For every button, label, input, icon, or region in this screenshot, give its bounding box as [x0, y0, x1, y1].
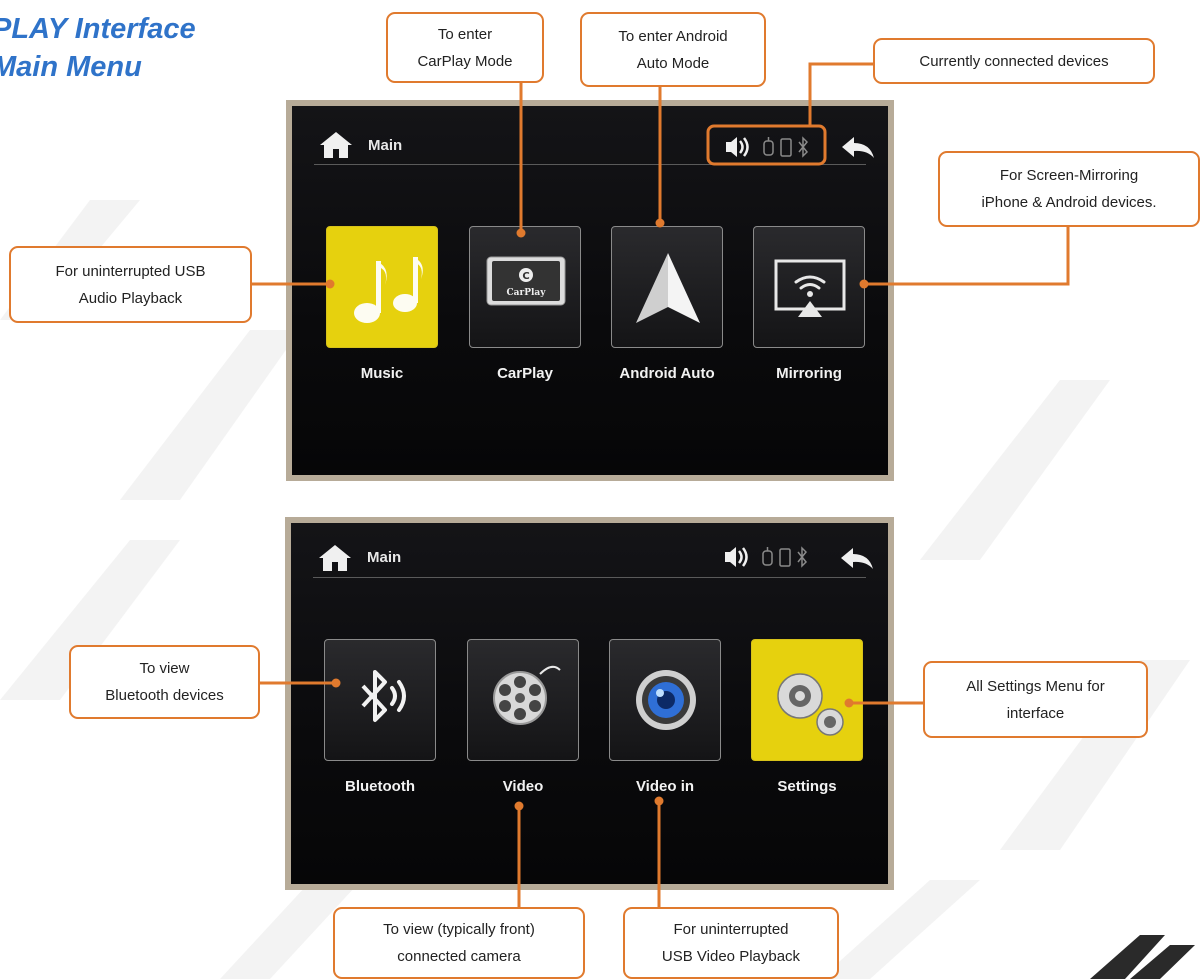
music-tile[interactable] [326, 226, 438, 348]
callout-carplay: To enter CarPlay Mode [386, 12, 544, 83]
back-arrow-icon[interactable] [837, 545, 877, 575]
settings-tile[interactable] [751, 639, 863, 761]
settings-label: Settings [777, 778, 837, 795]
status-icons [719, 538, 827, 578]
callout-bluetooth: To view Bluetooth devices [69, 645, 260, 719]
carplay-icon: C CarPlay [486, 256, 566, 306]
carplay-tile[interactable]: C CarPlay [469, 226, 581, 348]
screen-header-label: Main [368, 137, 403, 154]
mirroring-tile[interactable] [753, 226, 865, 348]
bluetooth-status-icon [797, 546, 808, 568]
video-in-label: Video in [635, 778, 695, 795]
head-unit-screen-top: Main Music C CarPlay CarPlay Android Aut… [286, 100, 894, 481]
callout-connected-devices: Currently connected devices [873, 38, 1155, 84]
gears-icon [777, 673, 844, 736]
bluetooth-status-icon [798, 136, 809, 158]
video-label: Video [502, 778, 544, 795]
film-reel-icon [493, 665, 561, 725]
usb-icon [763, 137, 774, 156]
bluetooth-label: Bluetooth [345, 778, 415, 795]
title-line-2: Main Menu [0, 51, 142, 83]
screen-header-label: Main [367, 549, 402, 566]
head-unit-screen-bottom: Main Bluetooth Video Video in Settings [285, 517, 894, 890]
callout-mirroring: For Screen-Mirroring iPhone & Android de… [938, 151, 1200, 227]
android-auto-icon [636, 253, 700, 323]
android-auto-label: Android Auto [619, 365, 715, 382]
home-icon[interactable] [317, 543, 353, 573]
video-in-tile[interactable] [609, 639, 721, 761]
back-arrow-icon[interactable] [838, 134, 878, 164]
status-icons [720, 128, 828, 168]
speaker-icon [725, 547, 748, 567]
carplay-label: CarPlay [497, 365, 553, 382]
video-tile[interactable] [467, 639, 579, 761]
bluetooth-tile[interactable] [324, 639, 436, 761]
page-title: PLAY Interface Main Menu [0, 10, 196, 86]
callout-android-auto: To enter Android Auto Mode [580, 12, 766, 87]
mirroring-label: Mirroring [776, 365, 842, 382]
phone-icon [780, 138, 792, 157]
speaker-icon [726, 137, 749, 157]
callout-video: To view (typically front) connected came… [333, 907, 585, 979]
svg-text:CarPlay: CarPlay [507, 288, 547, 298]
mirroring-icon [774, 259, 846, 317]
title-line-1: PLAY Interface [0, 13, 196, 45]
android-auto-tile[interactable] [611, 226, 723, 348]
callout-settings: All Settings Menu for interface [923, 661, 1148, 738]
callout-music: For uninterrupted USB Audio Playback [9, 246, 252, 323]
camera-lens-icon [636, 670, 696, 730]
callout-video-in: For uninterrupted USB Video Playback [623, 907, 839, 979]
music-label: Music [360, 365, 404, 382]
usb-icon [762, 547, 773, 566]
logo-mark [1090, 935, 1195, 979]
phone-icon [779, 548, 791, 567]
home-icon[interactable] [318, 130, 354, 160]
bluetooth-icon [361, 670, 406, 722]
music-note-icon [354, 257, 423, 323]
svg-text:C: C [522, 271, 529, 282]
